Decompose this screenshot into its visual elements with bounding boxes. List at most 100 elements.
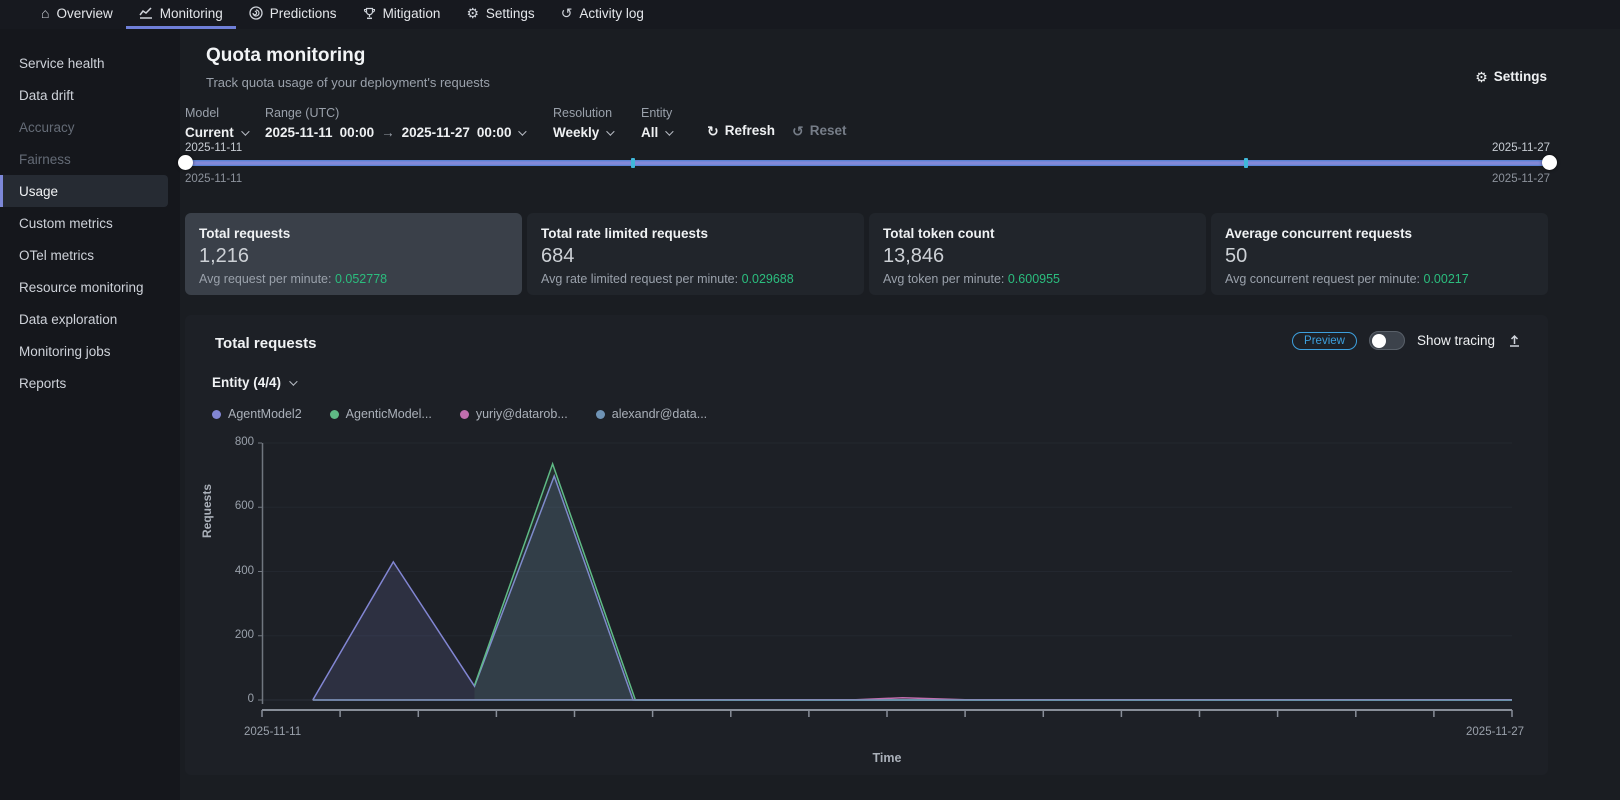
settings-button-label: Settings [1494, 69, 1547, 84]
reset-icon: ↺ [792, 124, 804, 138]
nav-monitoring-label: Monitoring [160, 6, 223, 21]
model-select[interactable]: Current [185, 125, 247, 140]
sidebar-item-usage[interactable]: Usage [0, 175, 168, 207]
y-axis-tick-label: 800 [212, 436, 254, 448]
entity-select[interactable]: All [641, 125, 672, 140]
nav-overview[interactable]: ⌂ Overview [28, 0, 126, 29]
stat-card-total-requests[interactable]: Total requests 1,216 Avg request per min… [185, 213, 522, 295]
sidebar-item-fairness[interactable]: Fairness [0, 143, 180, 175]
nav-activity-log[interactable]: ↺ Activity log [548, 0, 657, 29]
stat-card-sub-label: Avg request per minute: [199, 272, 331, 286]
slider-end-date-bottom: 2025-11-27 [1492, 173, 1550, 185]
stat-card-title: Average concurrent requests [1225, 226, 1534, 241]
sidebar-item-label: Monitoring jobs [19, 344, 111, 359]
resolution-filter-label: Resolution [553, 106, 612, 120]
toggle-knob [1372, 334, 1386, 348]
sidebar-item-label: Custom metrics [19, 216, 113, 231]
resolution-select[interactable]: Weekly [553, 125, 612, 140]
legend-label: AgenticModel... [346, 407, 432, 421]
model-select-value: Current [185, 125, 234, 140]
slider-right-handle[interactable] [1542, 155, 1557, 170]
resolution-select-value: Weekly [553, 125, 599, 140]
legend-item-yuriy[interactable]: yuriy@datarob... [460, 407, 568, 421]
chevron-down-icon [241, 127, 249, 135]
stat-card-sub: Avg request per minute: 0.052778 [199, 272, 508, 286]
sidebar-item-data-exploration[interactable]: Data exploration [0, 303, 180, 335]
range-start-date: 2025-11-11 [265, 125, 333, 140]
sidebar-item-otel-metrics[interactable]: OTel metrics [0, 239, 180, 271]
range-end-time: 00:00 [477, 125, 512, 140]
chevron-down-icon [289, 377, 297, 385]
slider-tick [1244, 158, 1248, 168]
stat-card-sub: Avg concurrent request per minute: 0.002… [1225, 272, 1534, 286]
stat-card-value: 50 [1225, 245, 1534, 268]
entity-legend-selector[interactable]: Entity (4/4) [212, 375, 295, 390]
stat-card-value: 684 [541, 245, 850, 268]
slider-left-handle[interactable] [178, 155, 193, 170]
sidebar-item-label: Fairness [19, 152, 71, 167]
nav-monitoring[interactable]: Monitoring [126, 0, 236, 29]
x-axis-end-label: 2025-11-27 [1466, 726, 1524, 738]
legend-item-agentmodel2[interactable]: AgentModel2 [212, 407, 302, 421]
refresh-button[interactable]: ↻ Refresh [707, 123, 775, 138]
export-icon[interactable] [1507, 333, 1522, 348]
nav-mitigation[interactable]: Mitigation [350, 0, 454, 29]
reset-button[interactable]: ↺ Reset [792, 123, 847, 138]
sidebar-item-monitoring-jobs[interactable]: Monitoring jobs [0, 335, 180, 367]
requests-line-chart[interactable] [262, 443, 1512, 718]
sidebar-item-label: OTel metrics [19, 248, 94, 263]
sidebar-item-service-health[interactable]: Service health [0, 47, 180, 79]
legend-dot [596, 410, 605, 419]
chart-title: Total requests [215, 335, 316, 352]
sidebar-item-data-drift[interactable]: Data drift [0, 79, 180, 111]
sidebar-item-resource-monitoring[interactable]: Resource monitoring [0, 271, 180, 303]
sidebar-item-label: Resource monitoring [19, 280, 144, 295]
slider-track[interactable] [185, 160, 1550, 166]
y-axis-tick-label: 200 [212, 629, 254, 641]
sidebar-item-label: Reports [19, 376, 66, 391]
nav-overview-label: Overview [56, 6, 112, 21]
chevron-down-icon [606, 127, 614, 135]
range-end-date: 2025-11-27 [402, 125, 470, 140]
sidebar-item-reports[interactable]: Reports [0, 367, 180, 399]
show-tracing-label: Show tracing [1417, 333, 1495, 348]
x-axis-start-label: 2025-11-11 [244, 726, 301, 738]
nav-settings[interactable]: ⚙ Settings [453, 0, 547, 29]
sidebar-item-custom-metrics[interactable]: Custom metrics [0, 207, 180, 239]
stat-card-token-count[interactable]: Total token count 13,846 Avg token per m… [869, 213, 1206, 295]
stat-card-title: Total token count [883, 226, 1192, 241]
stat-card-sub-value: 0.029688 [742, 272, 794, 286]
trophy-icon [363, 7, 376, 20]
nav-predictions[interactable]: Predictions [236, 0, 350, 29]
predictions-icon [249, 6, 263, 20]
sidebar-item-accuracy[interactable]: Accuracy [0, 111, 180, 143]
main-content: Quota monitoring Track quota usage of yo… [180, 29, 1620, 800]
sidebar-item-label: Usage [19, 184, 58, 199]
nav-settings-label: Settings [486, 6, 535, 21]
sidebar-item-label: Accuracy [19, 120, 75, 135]
stat-card-sub-value: 0.052778 [335, 272, 387, 286]
history-icon: ↺ [561, 6, 573, 20]
legend-item-agenticmodel[interactable]: AgenticModel... [330, 407, 432, 421]
stat-card-title: Total requests [199, 226, 508, 241]
refresh-icon: ↻ [707, 124, 719, 138]
preview-badge: Preview [1292, 332, 1357, 350]
legend-item-alexandr[interactable]: alexandr@data... [596, 407, 707, 421]
chart-panel-controls: Preview Show tracing [1292, 331, 1522, 350]
range-select[interactable]: 2025-11-11 00:00 → 2025-11-27 00:00 [265, 125, 524, 140]
nav-activity-log-label: Activity log [579, 6, 644, 21]
stat-card-concurrent-requests[interactable]: Average concurrent requests 50 Avg concu… [1211, 213, 1548, 295]
nav-mitigation-label: Mitigation [383, 6, 441, 21]
stat-card-rate-limited[interactable]: Total rate limited requests 684 Avg rate… [527, 213, 864, 295]
show-tracing-toggle[interactable] [1369, 331, 1405, 350]
home-icon: ⌂ [41, 6, 49, 20]
page-subtitle: Track quota usage of your deployment's r… [206, 75, 490, 90]
stat-card-sub: Avg rate limited request per minute: 0.0… [541, 272, 850, 286]
entity-select-value: All [641, 125, 658, 140]
settings-button[interactable]: ⚙ Settings [1475, 69, 1547, 84]
line-chart-icon [139, 7, 153, 19]
stat-card-sub-value: 0.600955 [1008, 272, 1060, 286]
range-filter: Range (UTC) 2025-11-11 00:00 → 2025-11-2… [265, 106, 524, 140]
gear-icon: ⚙ [1475, 70, 1488, 84]
model-filter-label: Model [185, 106, 247, 120]
